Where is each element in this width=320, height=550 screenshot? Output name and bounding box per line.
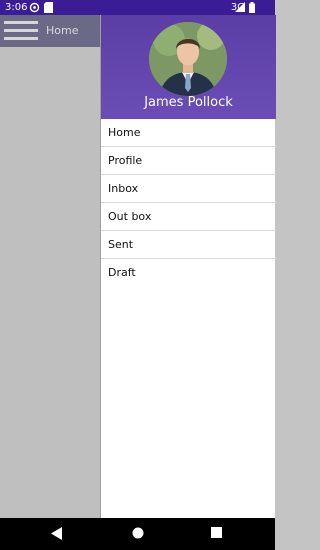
drawer-item-sent[interactable]: Sent xyxy=(101,231,276,259)
status-time: 3:06 xyxy=(5,2,28,13)
navigation-drawer: James Pollock Home Profile Inbox Out box… xyxy=(100,15,276,518)
battery-icon xyxy=(249,2,255,13)
status-bar: 3:06 3G xyxy=(0,0,275,15)
signal-icon xyxy=(235,2,245,12)
drawer-item-home[interactable]: Home xyxy=(101,119,276,147)
recents-icon[interactable] xyxy=(211,527,222,538)
back-icon[interactable] xyxy=(51,527,63,540)
hamburger-icon[interactable] xyxy=(4,21,38,41)
drawer-menu: Home Profile Inbox Out box Sent Draft xyxy=(101,119,276,287)
drawer-item-profile[interactable]: Profile xyxy=(101,147,276,175)
drawer-header: James Pollock xyxy=(101,15,276,119)
user-name: James Pollock xyxy=(144,95,233,110)
sync-icon xyxy=(29,2,40,13)
toolbar-title: Home xyxy=(46,24,79,37)
app-toolbar: Home xyxy=(0,15,100,47)
drawer-item-inbox[interactable]: Inbox xyxy=(101,175,276,203)
avatar xyxy=(149,22,227,96)
main-content-scrim[interactable]: Home xyxy=(0,15,100,518)
home-icon[interactable] xyxy=(132,527,144,539)
system-navigation-bar xyxy=(0,518,275,550)
drawer-item-draft[interactable]: Draft xyxy=(101,259,276,287)
drawer-item-outbox[interactable]: Out box xyxy=(101,203,276,231)
sd-card-icon xyxy=(44,2,53,13)
profile-photo xyxy=(149,22,227,96)
